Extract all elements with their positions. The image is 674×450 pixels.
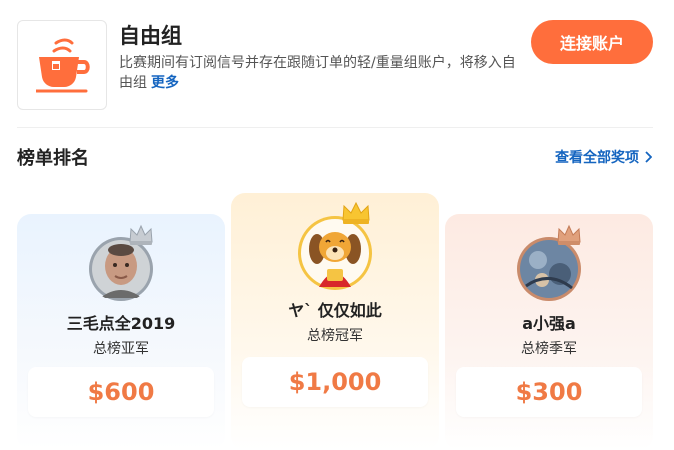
- prize-box: $300: [456, 367, 642, 417]
- player-rank-label: 总榜亚军: [93, 341, 149, 357]
- chevron-right-icon: [645, 151, 652, 163]
- prize-box: $1,000: [242, 357, 428, 407]
- prize-box: $600: [28, 367, 214, 417]
- avatar: [298, 216, 372, 290]
- connect-account-button[interactable]: 连接账户: [531, 20, 653, 64]
- champion-card[interactable]: ヤ` 仅仅如此 总榜冠军 $1,000: [231, 193, 439, 450]
- group-logo: [17, 20, 107, 110]
- runner-up-card[interactable]: 三毛点全2019 总榜亚军 $600: [17, 214, 225, 450]
- avatar-wrap: [516, 224, 582, 302]
- group-header: 自由组 比赛期间有订阅信号并存在跟随订单的轻/重量组账户，将移入自由组 更多 连接…: [0, 0, 674, 128]
- player-rank-label: 总榜冠军: [307, 328, 363, 344]
- avatar-wrap: [88, 224, 154, 302]
- view-all-prizes-link[interactable]: 查看全部奖项: [555, 147, 652, 167]
- player-name: a小强a: [522, 314, 576, 333]
- prize-amount: $300: [515, 378, 583, 406]
- player-name: ヤ` 仅仅如此: [288, 301, 382, 320]
- player-name: 三毛点全2019: [66, 314, 176, 333]
- prize-amount: $600: [87, 378, 155, 406]
- group-description: 比赛期间有订阅信号并存在跟随订单的轻/重量组账户，将移入自由组 更多: [119, 53, 519, 93]
- leaderboard-title: 榜单排名: [17, 148, 89, 169]
- avatar-wrap: [297, 201, 373, 291]
- view-all-label: 查看全部奖项: [555, 150, 639, 166]
- group-title: 自由组: [119, 24, 182, 48]
- teacup-icon: [36, 38, 90, 93]
- prize-amount: $1,000: [288, 368, 382, 396]
- more-link[interactable]: 更多: [151, 75, 179, 91]
- silver-crown-icon: [129, 224, 153, 245]
- third-place-card[interactable]: a小强a 总榜季军 $300: [445, 214, 653, 450]
- divider: [17, 127, 653, 128]
- bronze-crown-icon: [557, 224, 581, 245]
- player-rank-label: 总榜季军: [521, 341, 577, 357]
- gold-crown-icon: [342, 201, 370, 224]
